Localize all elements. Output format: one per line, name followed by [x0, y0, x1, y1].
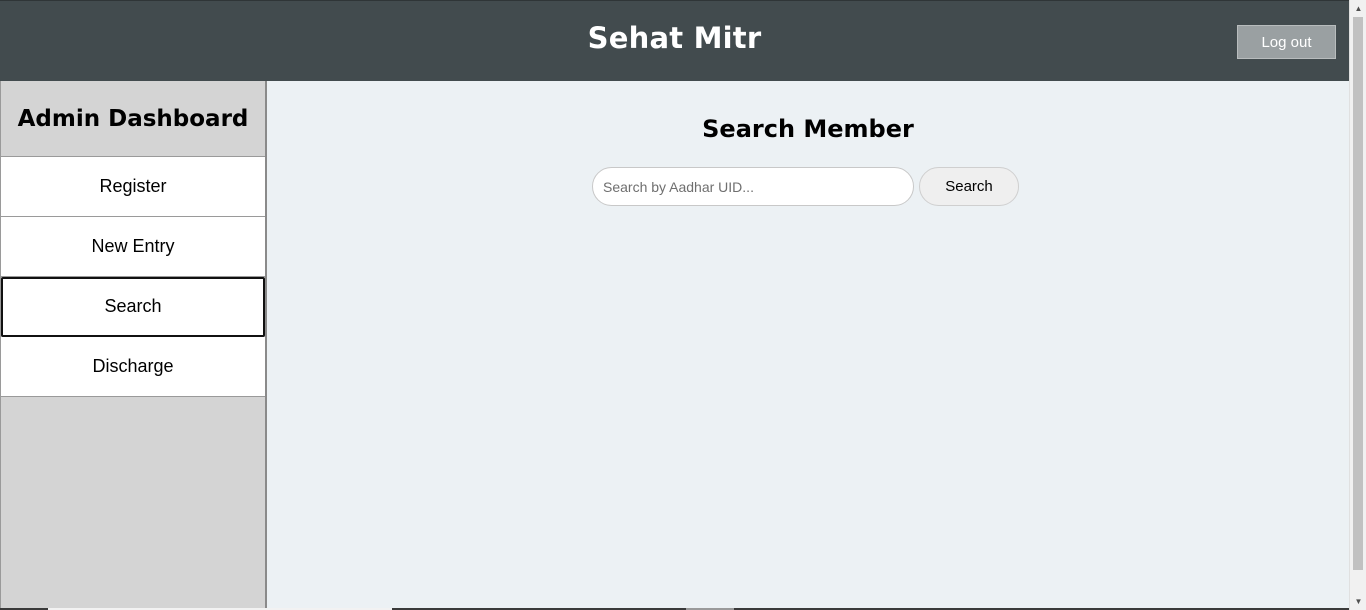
logout-button[interactable]: Log out — [1237, 25, 1336, 59]
sidebar: Admin Dashboard Register New Entry Searc… — [0, 81, 267, 610]
page-title: Search Member — [702, 115, 914, 143]
top-header: Sehat Mitr Log out — [0, 0, 1349, 81]
sidebar-item-discharge[interactable]: Discharge — [1, 337, 265, 397]
vertical-scrollbar[interactable]: ▲ ▼ — [1349, 0, 1366, 610]
search-input[interactable] — [592, 167, 914, 206]
scroll-up-icon[interactable]: ▲ — [1350, 0, 1366, 17]
sidebar-title: Admin Dashboard — [1, 81, 265, 157]
main-content: Search Member Search — [267, 81, 1349, 610]
app-window: Sehat Mitr Log out Admin Dashboard Regis… — [0, 0, 1366, 610]
sidebar-item-register[interactable]: Register — [1, 157, 265, 217]
scroll-down-icon[interactable]: ▼ — [1350, 593, 1366, 610]
app-title: Sehat Mitr — [587, 21, 762, 55]
search-button[interactable]: Search — [919, 167, 1019, 206]
sidebar-item-search[interactable]: Search — [1, 277, 265, 337]
sidebar-item-new-entry[interactable]: New Entry — [1, 217, 265, 277]
scroll-thumb[interactable] — [1353, 17, 1363, 570]
